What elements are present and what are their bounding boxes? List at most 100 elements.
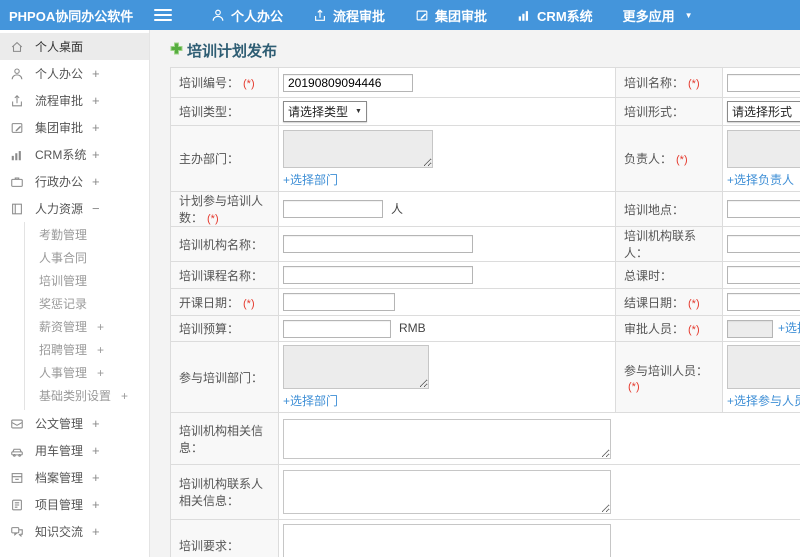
org-info-textarea[interactable] [283, 418, 611, 459]
form-row-participants-location: 计划参与培训人数： (*) 人 培训地点： [170, 191, 800, 227]
nav-label: CRM系统 [537, 8, 593, 24]
sidebar-item-label: 人力资源 [35, 202, 84, 216]
sidebar-item-personal-desktop[interactable]: 个人桌面 [0, 33, 149, 60]
sidebar-subitem-rewards[interactable]: 奖惩记录 [25, 293, 149, 316]
field-label: 培训名称： [624, 76, 685, 90]
nav-more-apps[interactable]: 更多应用 [608, 0, 708, 30]
sidebar-item-hr[interactable]: 人力资源 − [0, 195, 149, 222]
sidebar-subitem-label: 人事合同 [39, 251, 88, 265]
sidebar-subitem-attendance[interactable]: 考勤管理 [25, 224, 149, 247]
nav-flow-approval[interactable]: 流程审批 [298, 0, 400, 30]
form-row-type-form: 培训类型： 请选择类型 培训形式： 请选择形式 [170, 97, 800, 126]
select-value: 请选择类型 [288, 105, 349, 119]
sidebar-subitem-salary[interactable]: 薪资管理 + [25, 316, 149, 339]
participating-departments-textarea[interactable] [283, 345, 429, 389]
training-location-input[interactable] [727, 200, 800, 218]
sidebar-item-label: 集团审批 [35, 121, 84, 135]
sidebar-subitem-recruiting[interactable]: 招聘管理 + [25, 339, 149, 362]
field-label: 总课时： [624, 268, 673, 283]
nav-label: 更多应用 [622, 8, 675, 24]
field-label: 计划参与培训人数： [179, 194, 264, 225]
menu-toggle-button[interactable] [154, 9, 172, 21]
expand-indicator: + [97, 343, 105, 357]
sidebar-subitem-training[interactable]: 培训管理 [25, 270, 149, 293]
training-number-input[interactable] [283, 73, 413, 92]
field-label: 培训预算： [179, 322, 240, 336]
sidebar-item-projects[interactable]: 项目管理 + [0, 491, 149, 518]
sidebar-subitem-personnel[interactable]: 人事管理 + [25, 362, 149, 385]
course-name-input[interactable] [283, 266, 473, 284]
sidebar-hr-submenu: 考勤管理 人事合同 培训管理 奖惩记录 薪资管理 + 招聘管理 + 人事管理 + 基础… [24, 222, 149, 410]
training-form-select[interactable]: 请选择形式 [727, 101, 800, 122]
expand-indicator: + [92, 120, 100, 135]
nav-personal-office[interactable]: 个人办公 [196, 0, 298, 30]
expand-indicator: + [92, 66, 100, 81]
sidebar-item-documents[interactable]: 公文管理 + [0, 410, 149, 437]
training-name-input[interactable] [727, 73, 800, 92]
sidebar-item-knowledge[interactable]: 知识交流 + [0, 518, 149, 545]
sidebar-item-vehicle[interactable]: 用车管理 + [0, 437, 149, 464]
sidebar-item-label: 个人桌面 [35, 40, 84, 54]
sidebar-item-personal-office[interactable]: 个人办公 + [0, 60, 149, 87]
nav-crm[interactable]: CRM系统 [502, 0, 608, 30]
org-name-input[interactable] [283, 235, 473, 253]
nav-label: 流程审批 [333, 8, 386, 24]
field-label: 培训地点： [624, 202, 685, 217]
required-marker: (*) [676, 154, 688, 166]
sidebar-item-group-approval[interactable]: 集团审批 + [0, 114, 149, 141]
training-type-select[interactable]: 请选择类型 [283, 101, 367, 122]
home-icon [10, 40, 26, 54]
training-plan-form: 培训编号：(*) 培训名称：(*) 培训类型： 请选择类型 培训形式： 请选择形… [170, 67, 800, 557]
leader-textarea[interactable] [727, 129, 800, 168]
nav-label: 个人办公 [231, 8, 284, 24]
field-label: 参与培训人员： [624, 363, 709, 378]
planned-participants-input[interactable] [283, 200, 383, 219]
sidebar-item-flow-approval[interactable]: 流程审批 + [0, 87, 149, 114]
sidebar-item-crm[interactable]: CRM系统 + [0, 141, 149, 168]
sidebar-item-label: 行政办公 [35, 175, 84, 189]
field-label: 培训课程名称： [179, 268, 264, 283]
sidebar-item-label: 公文管理 [35, 417, 84, 431]
sidebar-item-label: CRM系统 [35, 148, 87, 162]
form-row-department-leader: 主办部门： +选择部门 负责人： (*) +选择负责人 [170, 125, 800, 192]
participating-staff-textarea[interactable] [727, 345, 800, 389]
budget-input[interactable] [283, 319, 391, 338]
approver-input[interactable] [727, 319, 773, 338]
required-marker: (*) [628, 380, 640, 393]
chat-icon [10, 525, 26, 539]
field-label: 培训编号： [179, 76, 240, 90]
select-participants-link[interactable]: +选择参与人员 [727, 394, 800, 408]
expand-indicator: + [92, 93, 100, 108]
field-label: 结课日期： [624, 295, 685, 310]
sidebar-item-admin-office[interactable]: 行政办公 + [0, 168, 149, 195]
sidebar-item-archives[interactable]: 档案管理 + [0, 464, 149, 491]
book-icon [10, 202, 26, 216]
sidebar-item-label: 用车管理 [35, 444, 84, 458]
sidebar-subitem-label: 考勤管理 [39, 228, 88, 242]
total-hours-input[interactable] [727, 266, 800, 284]
expand-indicator: + [97, 320, 105, 334]
form-row-number-name: 培训编号：(*) 培训名称：(*) [170, 67, 800, 98]
page-title-text: 培训计划发布 [187, 43, 278, 60]
select-approver-link[interactable]: +选择审批人员 [778, 321, 800, 335]
training-requirements-textarea[interactable] [283, 523, 611, 557]
nav-label: 集团审批 [435, 8, 488, 24]
start-date-input[interactable] [283, 293, 395, 311]
select-leader-link[interactable]: +选择负责人 [727, 173, 794, 187]
sidebar-subitem-hr-contract[interactable]: 人事合同 [25, 247, 149, 270]
end-date-input[interactable] [727, 293, 800, 311]
topbar: PHPOA协同办公软件 个人办公 流程审批 集团审批 CRM系统 更多应用 [0, 0, 800, 30]
field-label: 培训类型： [179, 105, 240, 119]
host-department-textarea[interactable] [283, 129, 433, 168]
main-content: 培训计划发布 培训编号：(*) 培训名称：(*) 培训类型： 请选择类型 培训形… [150, 30, 800, 557]
sidebar-item-label: 个人办公 [35, 67, 84, 81]
org-contact-input[interactable] [727, 235, 800, 253]
topbar-nav: 个人办公 流程审批 集团审批 CRM系统 更多应用 [196, 0, 708, 30]
expand-indicator: + [92, 147, 100, 162]
nav-group-approval[interactable]: 集团审批 [400, 0, 502, 30]
field-label: 培训机构名称： [179, 237, 264, 252]
select-participating-department-link[interactable]: +选择部门 [283, 394, 338, 408]
org-contact-info-textarea[interactable] [283, 470, 611, 514]
select-department-link[interactable]: +选择部门 [283, 173, 338, 187]
sidebar-subitem-base-categories[interactable]: 基础类别设置 + [25, 385, 149, 408]
